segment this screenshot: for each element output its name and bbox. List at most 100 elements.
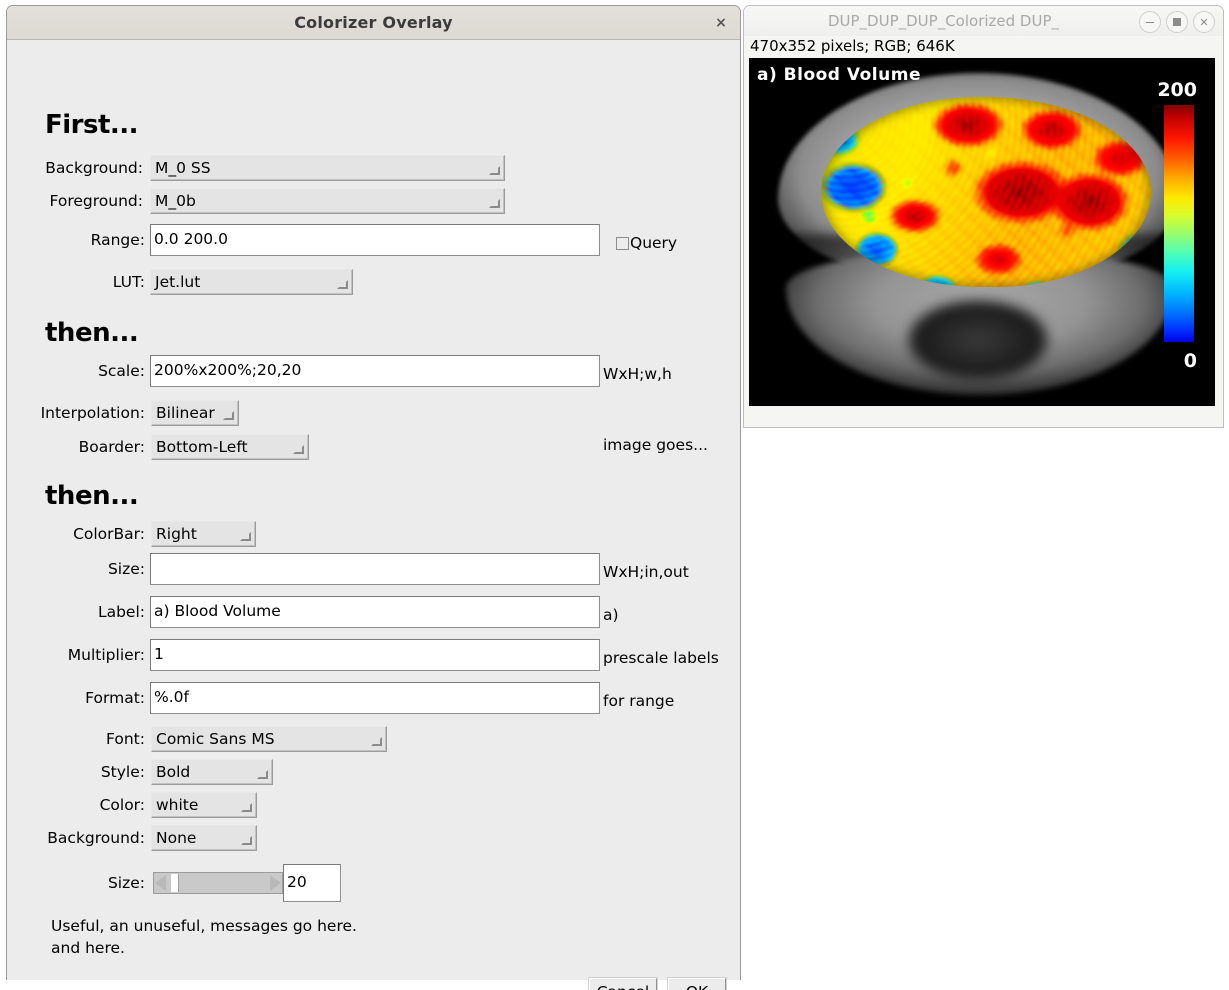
cb-size-label: Size: bbox=[107, 560, 145, 578]
range-input-value: 0.0 200.0 bbox=[154, 230, 228, 249]
row-label: Label: a) Blood Volume bbox=[33, 595, 600, 629]
format-hint: for range bbox=[603, 692, 675, 710]
query-checkbox[interactable]: Query bbox=[616, 234, 677, 252]
row-cb-size: Size: bbox=[33, 552, 600, 586]
image-canvas[interactable]: a) Blood Volume 200 0 bbox=[749, 58, 1215, 406]
font-dropdown-value: Comic Sans MS bbox=[156, 729, 275, 748]
font-size-slider[interactable] bbox=[153, 872, 283, 894]
background-dropdown[interactable]: M_0 SS bbox=[150, 155, 505, 181]
cb-label-label: Label: bbox=[97, 603, 145, 621]
cb-label-input-value: a) Blood Volume bbox=[154, 602, 281, 621]
boarder-dropdown[interactable]: Bottom-Left bbox=[151, 434, 309, 460]
ok-button[interactable]: OK bbox=[668, 978, 726, 990]
section-heading-then-2: then... bbox=[45, 481, 139, 511]
slider-thumb[interactable] bbox=[171, 874, 179, 892]
lut-dropdown[interactable]: Jet.lut bbox=[150, 269, 353, 295]
colorized-overlay bbox=[821, 97, 1151, 287]
color-dropdown-value: white bbox=[156, 795, 199, 814]
checkbox-box-icon bbox=[616, 236, 629, 250]
boarder-dropdown-value: Bottom-Left bbox=[156, 437, 248, 456]
row-font-background: Background: None bbox=[19, 825, 257, 851]
font-background-dropdown[interactable]: None bbox=[151, 825, 257, 851]
style-dropdown[interactable]: Bold bbox=[151, 759, 273, 785]
multiplier-input[interactable]: 1 bbox=[150, 639, 600, 671]
section-heading-then-1: then... bbox=[45, 318, 139, 348]
row-scale: Scale: 200%x200%;20,20 bbox=[33, 354, 600, 388]
font-size-label: Size: bbox=[107, 874, 145, 892]
interpolation-label: Interpolation: bbox=[40, 404, 145, 422]
multiplier-hint: prescale labels bbox=[603, 649, 719, 667]
row-multiplier: Multiplier: 1 bbox=[33, 638, 600, 672]
foreground-dropdown-value: M_0b bbox=[155, 191, 196, 210]
format-label: Format: bbox=[85, 689, 145, 707]
format-input[interactable]: %.0f bbox=[150, 682, 600, 714]
lut-label: LUT: bbox=[112, 273, 145, 291]
font-size-input-value: 20 bbox=[287, 873, 307, 892]
minimize-icon[interactable] bbox=[1139, 11, 1161, 33]
multiplier-label: Multiplier: bbox=[67, 646, 145, 664]
style-dropdown-value: Bold bbox=[156, 762, 191, 781]
chevron-down-icon bbox=[257, 770, 268, 779]
style-label: Style: bbox=[100, 763, 145, 781]
chevron-down-icon bbox=[337, 280, 348, 289]
dialog-titlebar[interactable]: Colorizer Overlay × bbox=[7, 6, 740, 40]
row-range: Range: 0.0 200.0 bbox=[33, 223, 600, 257]
font-dropdown[interactable]: Comic Sans MS bbox=[151, 726, 387, 752]
jaw-dark-region bbox=[908, 300, 1048, 380]
slider-right-arrow-icon[interactable] bbox=[270, 875, 281, 891]
cb-size-input[interactable] bbox=[150, 553, 600, 585]
range-input[interactable]: 0.0 200.0 bbox=[150, 224, 600, 256]
row-format: Format: %.0f bbox=[33, 681, 600, 715]
interpolation-dropdown-value: Bilinear bbox=[156, 403, 215, 422]
colorbar-max-label: 200 bbox=[1157, 79, 1197, 101]
cb-label-hint: a) bbox=[603, 606, 619, 624]
colorbar-label: ColorBar: bbox=[73, 525, 145, 543]
maximize-icon[interactable] bbox=[1166, 11, 1188, 33]
row-interpolation: Interpolation: Bilinear bbox=[19, 400, 239, 426]
boarder-label: Boarder: bbox=[78, 438, 145, 456]
chevron-down-icon bbox=[223, 411, 234, 420]
desktop: Colorizer Overlay × First... Background:… bbox=[0, 0, 1229, 990]
close-icon[interactable]: ✕ bbox=[1193, 11, 1215, 33]
colorbar-dropdown-value: Right bbox=[156, 524, 197, 543]
chevron-down-icon bbox=[293, 445, 304, 454]
scale-label: Scale: bbox=[98, 362, 145, 380]
scale-hint: WxH;w,h bbox=[603, 365, 672, 383]
row-font-size: Size: 20 bbox=[33, 864, 341, 902]
image-window-titlebar[interactable]: DUP_DUP_DUP_Colorized DUP_ ✕ bbox=[744, 6, 1223, 36]
chevron-down-icon bbox=[241, 836, 252, 845]
font-background-dropdown-value: None bbox=[156, 828, 197, 847]
row-font: Font: Comic Sans MS bbox=[33, 726, 387, 752]
status-message: Useful, an unuseful, messages go here. a… bbox=[51, 917, 357, 957]
row-color: Color: white bbox=[33, 792, 257, 818]
colorbar: 200 0 bbox=[1155, 81, 1197, 371]
dialog-body: First... Background: M_0 SS Foreground: … bbox=[7, 40, 740, 990]
lut-dropdown-value: Jet.lut bbox=[155, 272, 201, 291]
format-input-value: %.0f bbox=[154, 688, 189, 707]
chevron-down-icon bbox=[240, 532, 251, 541]
colorbar-dropdown[interactable]: Right bbox=[151, 521, 256, 547]
dialog-title: Colorizer Overlay bbox=[294, 13, 453, 32]
foreground-label: Foreground: bbox=[49, 192, 143, 210]
close-icon[interactable]: × bbox=[712, 14, 730, 32]
color-label: Color: bbox=[99, 796, 145, 814]
color-dropdown[interactable]: white bbox=[151, 792, 257, 818]
cb-label-input[interactable]: a) Blood Volume bbox=[150, 596, 600, 628]
colorizer-overlay-dialog: Colorizer Overlay × First... Background:… bbox=[6, 5, 741, 990]
section-heading-first: First... bbox=[45, 110, 139, 140]
row-lut: LUT: Jet.lut bbox=[33, 269, 353, 295]
scale-input[interactable]: 200%x200%;20,20 bbox=[150, 355, 600, 387]
chevron-down-icon bbox=[489, 199, 500, 208]
row-background: Background: M_0 SS bbox=[33, 155, 505, 181]
cancel-button[interactable]: Cancel bbox=[589, 978, 657, 990]
multiplier-input-value: 1 bbox=[154, 645, 164, 664]
scale-input-value: 200%x200%;20,20 bbox=[154, 361, 302, 380]
cb-size-hint: WxH;in,out bbox=[603, 563, 689, 581]
background-dropdown-value: M_0 SS bbox=[155, 158, 211, 177]
foreground-dropdown[interactable]: M_0b bbox=[150, 188, 505, 214]
font-size-input[interactable]: 20 bbox=[283, 864, 341, 902]
slider-left-arrow-icon[interactable] bbox=[155, 875, 166, 891]
font-label: Font: bbox=[106, 730, 145, 748]
chevron-down-icon bbox=[489, 166, 500, 175]
interpolation-dropdown[interactable]: Bilinear bbox=[151, 400, 239, 426]
